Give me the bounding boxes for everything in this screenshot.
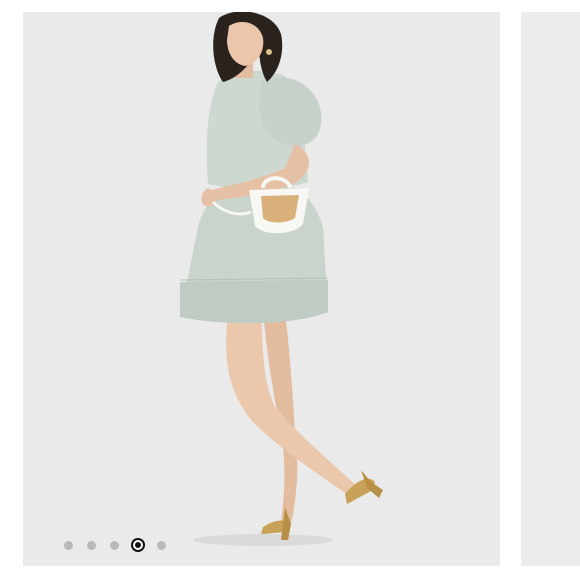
carousel-pagination [64, 536, 180, 554]
carousel-dot-5[interactable] [157, 540, 166, 550]
carousel-dot-1[interactable] [64, 540, 73, 550]
carousel-slide-current[interactable] [23, 12, 500, 566]
carousel-dot-3[interactable] [110, 540, 119, 550]
product-photo [23, 12, 500, 566]
product-image-carousel[interactable] [0, 0, 580, 580]
carousel-slide-next-peek[interactable] [521, 12, 580, 566]
carousel-dot-2[interactable] [87, 540, 96, 550]
carousel-dot-4-active[interactable] [131, 538, 145, 552]
